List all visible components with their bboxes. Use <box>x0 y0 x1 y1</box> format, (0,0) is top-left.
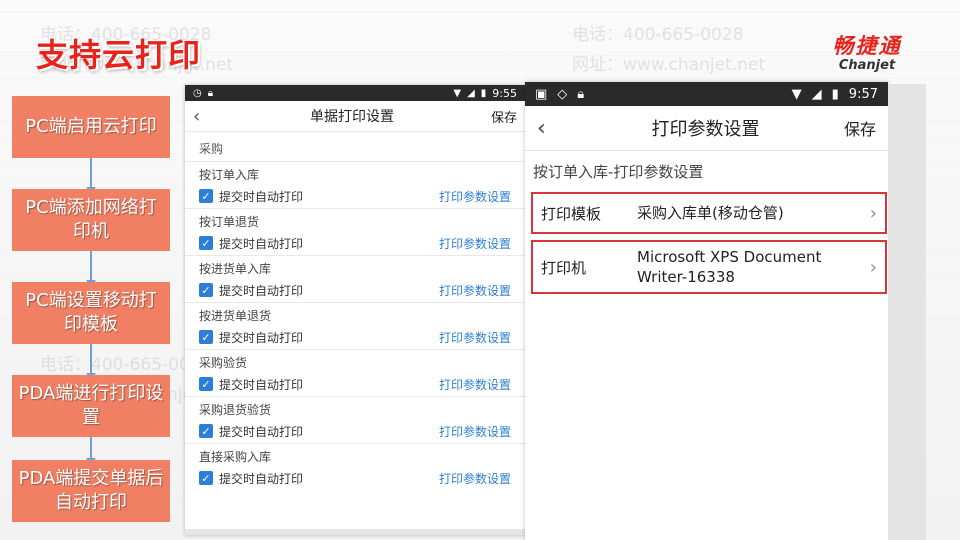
group-title: 按订单退货 <box>199 215 260 229</box>
group-row: ✓ 提交时自动打印 打印参数设置 <box>199 372 511 396</box>
chevron-right-icon: › <box>869 202 877 224</box>
group-title: 按进货单退货 <box>199 309 272 323</box>
lock-icon: 🔒︎ <box>207 87 214 99</box>
back-icon[interactable]: ‹ <box>537 116 567 141</box>
print-params-link[interactable]: 打印参数设置 <box>439 235 511 252</box>
signal-icon: ◢ <box>467 87 475 99</box>
printer-row[interactable]: 打印机 Microsoft XPS Document Writer-16338 … <box>531 240 887 294</box>
status-bar: ▣ ◇ 🔒︎ ▼ ◢ ▮ 9:57 <box>525 82 888 106</box>
flow-arrow-icon <box>86 344 96 380</box>
group-title: 直接采购入库 <box>199 450 272 464</box>
battery-icon: ▮ <box>831 86 839 102</box>
chevron-right-icon: › <box>869 256 877 278</box>
print-params-link[interactable]: 打印参数设置 <box>439 423 511 440</box>
sub-header: 按订单入库-打印参数设置 <box>533 163 704 181</box>
flow-arrow-icon <box>86 251 96 287</box>
battery-icon: ▮ <box>480 87 487 99</box>
print-params-link[interactable]: 打印参数设置 <box>439 376 511 393</box>
settings-group: 按订单退货 ✓ 提交时自动打印 打印参数设置 <box>185 208 525 255</box>
settings-group: 采购验货 ✓ 提交时自动打印 打印参数设置 <box>185 349 525 396</box>
print-params-link[interactable]: 打印参数设置 <box>439 188 511 205</box>
auto-print-label: 提交时自动打印 <box>219 330 304 345</box>
auto-print-label: 提交时自动打印 <box>219 283 304 298</box>
status-time: 9:57 <box>848 86 878 102</box>
shield-icon: ◇ <box>557 86 568 102</box>
settings-group: 按进货单入库 ✓ 提交时自动打印 打印参数设置 <box>185 255 525 302</box>
settings-group: 采购退货验货 ✓ 提交时自动打印 打印参数设置 <box>185 396 525 443</box>
flow-arrow-icon <box>86 437 96 465</box>
navbar: ‹ 单据打印设置 保存 <box>185 101 525 132</box>
alarm-icon: ◷ <box>193 87 202 99</box>
auto-print-label: 提交时自动打印 <box>219 471 304 486</box>
logo-cn-text: 畅捷通 <box>832 34 902 58</box>
checkbox-checked-icon[interactable]: ✓ <box>199 283 213 297</box>
group-row: ✓ 提交时自动打印 打印参数设置 <box>199 419 511 443</box>
flow-step-5: PDA端提交单据后自动打印 <box>12 460 170 522</box>
checkbox-checked-icon[interactable]: ✓ <box>199 236 213 250</box>
flow-arrow-icon <box>86 158 96 194</box>
group-title: 采购退货验货 <box>199 403 272 417</box>
group-row: ✓ 提交时自动打印 打印参数设置 <box>199 184 511 208</box>
checkbox-checked-icon[interactable]: ✓ <box>199 424 213 438</box>
checkbox-checked-icon[interactable]: ✓ <box>199 189 213 203</box>
auto-print-label: 提交时自动打印 <box>219 424 304 439</box>
print-params-link[interactable]: 打印参数设置 <box>439 329 511 346</box>
group-title: 按进货单入库 <box>199 262 272 276</box>
wifi-icon: ▼ <box>453 87 462 99</box>
checkbox-checked-icon[interactable]: ✓ <box>199 377 213 391</box>
settings-group: 按进货单退货 ✓ 提交时自动打印 打印参数设置 <box>185 302 525 349</box>
flow-step-1: PC端启用云打印 <box>12 96 170 158</box>
lock-icon: 🔒︎ <box>577 86 585 102</box>
settings-group: 直接采购入库 ✓ 提交时自动打印 打印参数设置 <box>185 443 525 490</box>
auto-print-label: 提交时自动打印 <box>219 236 304 251</box>
param-key: 打印模板 <box>541 204 602 223</box>
chanjet-logo: 畅捷通 Chanjet <box>812 30 922 73</box>
group-row: ✓ 提交时自动打印 打印参数设置 <box>199 278 511 302</box>
print-params-link[interactable]: 打印参数设置 <box>439 282 511 299</box>
auto-print-label: 提交时自动打印 <box>219 377 304 392</box>
phone-screen-print-settings: ◷ 🔒︎ ▼ ◢ ▮ 9:55 ‹ 单据打印设置 保存 采购 按订单入库 ✓ 提… <box>185 85 525 535</box>
group-row: ✓ 提交时自动打印 打印参数设置 <box>199 231 511 255</box>
signal-icon: ◢ <box>811 86 822 102</box>
group-row: ✓ 提交时自动打印 打印参数设置 <box>199 325 511 349</box>
flow-step-2: PC端添加网络打印机 <box>12 189 170 251</box>
param-key: 打印机 <box>541 258 587 277</box>
page-title: 打印参数设置 <box>651 119 760 140</box>
save-button[interactable]: 保存 <box>491 107 517 126</box>
checkbox-checked-icon[interactable]: ✓ <box>199 471 213 485</box>
flow-step-3: PC端设置移动打印模板 <box>12 282 170 344</box>
status-time: 9:55 <box>492 86 517 100</box>
save-button[interactable]: 保存 <box>844 116 876 140</box>
section-label: 采购 <box>199 142 224 156</box>
group-title: 采购验货 <box>199 356 248 370</box>
param-value: Microsoft XPS Document Writer-16338 <box>637 248 822 286</box>
settings-group: 按订单入库 ✓ 提交时自动打印 打印参数设置 <box>185 161 525 208</box>
flow-step-4: PDA端进行打印设置 <box>12 375 170 437</box>
print-template-row[interactable]: 打印模板 采购入库单(移动仓管) › <box>531 192 887 234</box>
status-bar: ◷ 🔒︎ ▼ ◢ ▮ 9:55 <box>185 85 525 101</box>
bottom-bar <box>185 529 525 535</box>
checkbox-checked-icon[interactable]: ✓ <box>199 330 213 344</box>
page-title: 单据打印设置 <box>309 109 394 125</box>
back-icon[interactable]: ‹ <box>193 106 213 127</box>
logo-en-text: Chanjet <box>838 58 896 73</box>
param-value: 采购入库单(移动仓管) <box>637 204 784 222</box>
image-icon: ▣ <box>535 86 548 102</box>
wifi-icon: ▼ <box>791 86 802 102</box>
group-row: ✓ 提交时自动打印 打印参数设置 <box>199 466 511 490</box>
auto-print-label: 提交时自动打印 <box>219 189 304 204</box>
print-params-link[interactable]: 打印参数设置 <box>439 470 511 487</box>
side-strip <box>888 84 926 540</box>
group-title: 按订单入库 <box>199 168 260 182</box>
navbar: ‹ 打印参数设置 保存 <box>525 106 888 151</box>
phone-screen-print-params: ▣ ◇ 🔒︎ ▼ ◢ ▮ 9:57 ‹ 打印参数设置 保存 按订单入库-打印参数… <box>525 82 888 540</box>
settings-list: 按订单入库 ✓ 提交时自动打印 打印参数设置 按订单退货 ✓ 提交时自动打印 打… <box>185 161 525 490</box>
slide-title: 支持云打印 <box>36 36 202 74</box>
